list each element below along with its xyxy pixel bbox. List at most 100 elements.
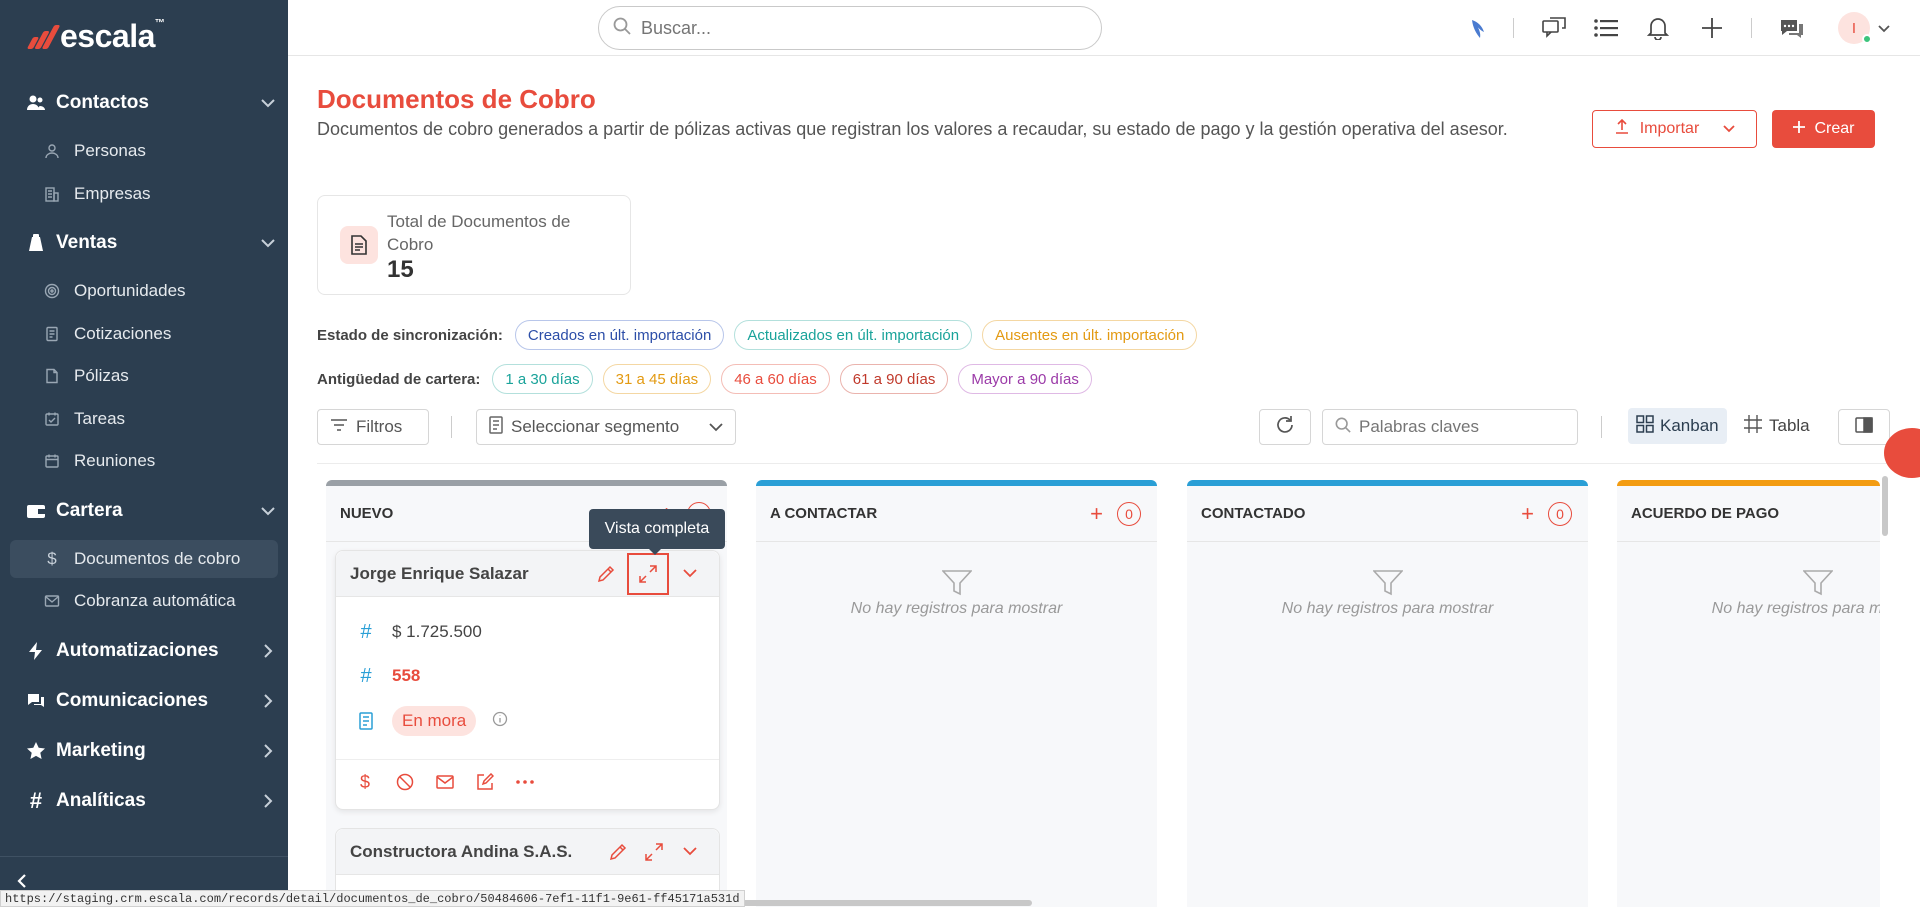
view-table-toggle[interactable]: Tabla [1735, 408, 1818, 444]
vertical-scrollbar[interactable] [1882, 476, 1888, 536]
filters-button[interactable]: Filtros [317, 409, 429, 445]
nav-group-label: Comunicaciones [56, 690, 209, 711]
page-title: Documentos de Cobro [317, 84, 596, 114]
nav-group-label: Automatizaciones [56, 640, 219, 661]
kanban-column-a-contactar: A CONTACTAR + 0 No hay registros para mo… [756, 480, 1157, 907]
chip-aging-61-90[interactable]: 61 a 90 días [839, 364, 949, 394]
sidebar-item-cobranza-automatica[interactable]: Cobranza automática [10, 582, 278, 620]
list-icon[interactable] [1592, 14, 1620, 42]
sidebar-item-cotizaciones[interactable]: Cotizaciones [10, 315, 278, 353]
refresh-icon [1275, 415, 1295, 440]
column-header: CONTACTADO + 0 [1187, 486, 1588, 542]
nav-group-label: Cartera [56, 500, 123, 521]
bird-logo-icon[interactable] [1466, 14, 1494, 42]
sync-status-label: Estado de sincronización: [317, 326, 503, 344]
chip-created[interactable]: Creados en últ. importación [514, 320, 725, 350]
import-label: Importar [1639, 120, 1700, 137]
card-number[interactable]: 558 [392, 666, 420, 686]
edit-note-icon[interactable] [476, 773, 494, 791]
sidebar: escala™ Contactos Personas Empresas Vent… [0, 0, 288, 907]
nav-group-label: Contactos [56, 92, 149, 113]
chevron-down-icon[interactable] [675, 837, 705, 867]
card-title[interactable]: Constructora Andina S.A.S. [350, 842, 597, 862]
keywords-search[interactable] [1322, 409, 1578, 445]
document-icon [42, 324, 62, 344]
escala-logo[interactable]: escala™ [26, 18, 165, 55]
more-options-icon[interactable] [516, 773, 534, 791]
plus-icon [1792, 120, 1806, 139]
segment-select[interactable]: Seleccionar segmento [476, 409, 736, 445]
chip-aging-46-60[interactable]: 46 a 60 días [721, 364, 830, 394]
stat-label: Total de Documentos de Cobro [387, 212, 571, 254]
chevron-down-icon[interactable] [675, 559, 705, 589]
nav-group-comunicaciones[interactable]: Comunicaciones [0, 681, 288, 721]
cancel-icon[interactable] [396, 773, 414, 791]
empty-text: No hay registros para mostrar [1711, 600, 1880, 617]
nav-group-ventas[interactable]: Ventas [0, 223, 288, 263]
global-search[interactable] [598, 6, 1102, 50]
filters-label: Filtros [356, 417, 403, 436]
import-button[interactable]: Importar [1592, 110, 1757, 148]
dollar-icon: $ [47, 549, 57, 568]
sidebar-item-documentos-de-cobro[interactable]: $ Documentos de cobro [10, 540, 278, 578]
chip-aging-1-30[interactable]: 1 a 30 días [492, 364, 593, 394]
sidebar-item-empresas[interactable]: Empresas [10, 175, 278, 213]
nav-group-marketing[interactable]: Marketing [0, 731, 288, 771]
sidebar-item-label: Personas [74, 141, 146, 160]
sidebar-item-personas[interactable]: Personas [10, 132, 278, 170]
chevron-right-icon [248, 794, 288, 808]
aging-label: Antigüedad de cartera: [317, 370, 481, 388]
nav-group-label: Marketing [56, 740, 146, 761]
edit-pencil-icon[interactable] [591, 559, 621, 589]
mail-icon[interactable] [436, 773, 454, 791]
nav-group-contactos[interactable]: Contactos [0, 83, 288, 123]
sidebar-item-label: Pólizas [74, 366, 129, 385]
stat-value: 15 [387, 256, 414, 283]
keywords-input[interactable] [1359, 417, 1559, 437]
card-title[interactable]: Jorge Enrique Salazar [350, 564, 585, 584]
create-button[interactable]: Crear [1772, 110, 1875, 148]
column-count: 0 [1548, 501, 1572, 526]
chevron-down-icon[interactable] [1878, 20, 1890, 38]
add-record-plus-icon[interactable]: + [1521, 501, 1534, 527]
sidebar-item-tareas[interactable]: Tareas [10, 400, 278, 438]
column-panel-button[interactable] [1838, 409, 1890, 445]
bell-icon[interactable] [1644, 14, 1672, 42]
nav-group-automatizaciones[interactable]: Automatizaciones [0, 631, 288, 671]
edit-pencil-icon[interactable] [603, 837, 633, 867]
chip-updated[interactable]: Actualizados en últ. importación [734, 320, 973, 350]
empty-state: No hay registros para mostrar [1187, 570, 1588, 618]
nav-group-cartera[interactable]: Cartera [0, 491, 288, 531]
total-documents-card: Total de Documentos de Cobro 15 [317, 195, 631, 295]
info-icon[interactable] [492, 711, 508, 732]
add-record-plus-icon[interactable]: + [1090, 501, 1103, 527]
sidebar-divider [0, 856, 288, 857]
chip-absent[interactable]: Ausentes en últ. importación [982, 320, 1198, 350]
calendar-icon [42, 451, 62, 471]
kanban-card[interactable]: Jorge Enrique Salazar # $ 1.725.500 # 55… [335, 550, 720, 810]
view-kanban-toggle[interactable]: Kanban [1628, 408, 1727, 444]
chevron-right-icon [248, 644, 288, 658]
sidebar-item-reuniones[interactable]: Reuniones [10, 442, 278, 480]
search-input[interactable] [641, 17, 1061, 39]
document-icon [356, 712, 376, 730]
support-chat-icon[interactable] [1778, 14, 1806, 42]
sidebar-item-polizas[interactable]: Pólizas [10, 357, 278, 395]
chat-icon [24, 689, 48, 713]
kanban-column-contactado: CONTACTADO + 0 No hay registros para mos… [1187, 480, 1588, 907]
status-badge: En mora [392, 706, 477, 736]
plus-icon[interactable] [1698, 14, 1726, 42]
conversations-icon[interactable] [1540, 14, 1568, 42]
column-header: ACUERDO DE PAGO [1617, 486, 1880, 542]
sidebar-item-oportunidades[interactable]: Oportunidades [10, 272, 278, 310]
column-title: ACUERDO DE PAGO [1631, 505, 1780, 522]
dollar-icon[interactable]: $ [356, 772, 374, 792]
expand-full-view-icon[interactable] [639, 837, 669, 867]
refresh-button[interactable] [1259, 409, 1311, 445]
chip-aging-31-45[interactable]: 31 a 45 días [602, 364, 712, 394]
expand-full-view-icon[interactable] [627, 552, 669, 595]
nav-group-analiticas[interactable]: # Analíticas [0, 781, 288, 821]
mail-icon [42, 591, 62, 611]
funnel-icon [1187, 570, 1588, 596]
chip-aging-over-90[interactable]: Mayor a 90 días [958, 364, 1092, 394]
